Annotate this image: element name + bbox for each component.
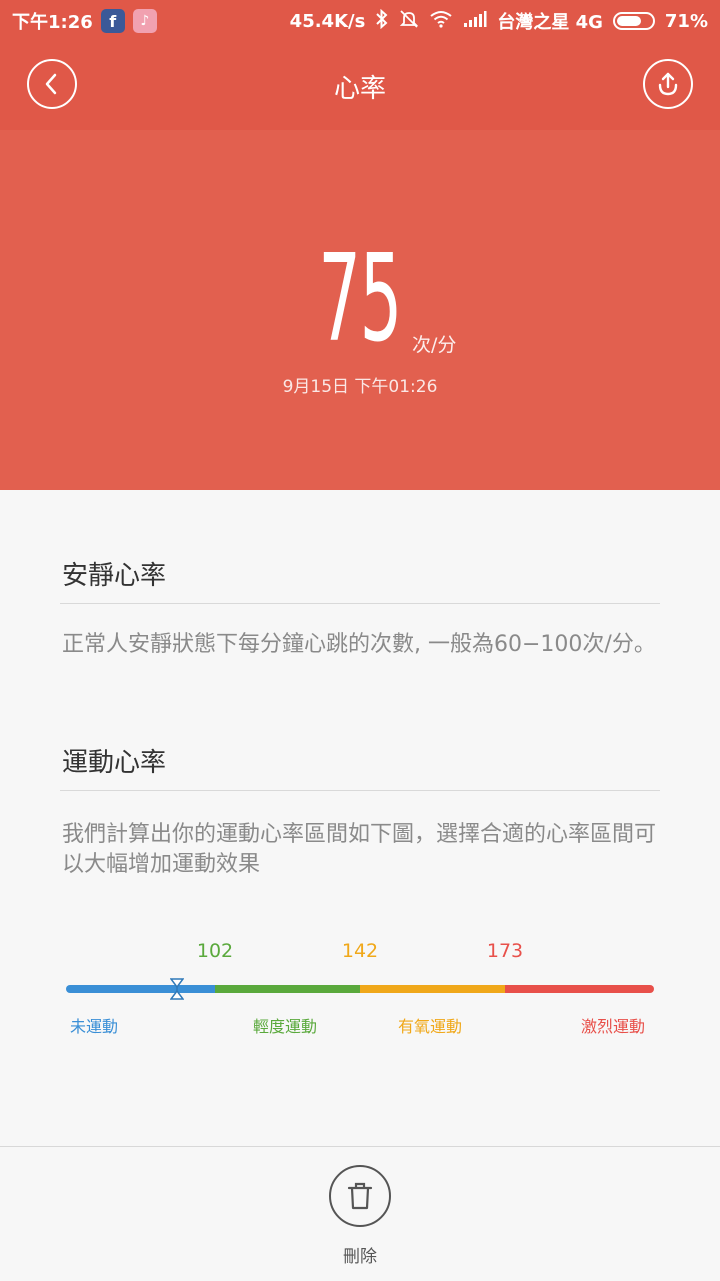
app-bar: 心率 [0,40,720,130]
bottom-toolbar: 刪除 [0,1146,720,1281]
share-button[interactable] [643,59,693,109]
network-speed: 45.4K/s [289,10,366,32]
measurement-time: 9月15日 下午01:26 [282,377,438,397]
zone-threshold: 173 [486,940,524,962]
battery-icon [612,12,655,30]
zone-segment [215,985,360,993]
battery-percent: 71% [664,10,708,32]
resting-description: 正常人安靜狀態下每分鐘心跳的次數, 一般為60−100次/分。 [62,632,656,657]
tiktok-icon: ♪ [132,9,157,33]
wifi-icon [429,10,453,33]
divider [60,790,660,791]
zone-segment [360,985,505,993]
mute-bell-icon [399,9,419,34]
carrier-name: 台灣之星 4G [497,12,603,33]
facebook-icon: f [100,9,125,33]
zone-label: 激烈運動 [581,1017,646,1036]
bpm-unit: 次/分 [412,334,457,356]
delete-label: 刪除 [343,1247,377,1267]
zone-label: 未運動 [70,1017,119,1036]
bpm-value: 75 [318,230,403,369]
upload-icon [658,72,678,96]
trash-icon [347,1182,373,1210]
zone-label: 有氧運動 [398,1017,463,1036]
page-title: 心率 [333,74,386,104]
delete-button[interactable] [329,1165,391,1227]
resting-title: 安靜心率 [62,561,167,591]
status-bar: 下午1:26 f ♪ 45.4K/s 台灣之星 4G 71% [0,0,720,40]
exercise-description: 我們計算出你的運動心率區間如下圖，選擇合適的心率區間可以大幅增加運動效果 [62,822,657,877]
heart-rate-hero: 75 次/分 9月15日 下午01:26 [0,130,720,490]
status-time: 下午1:26 [12,12,93,33]
zone-label: 輕度運動 [253,1017,318,1036]
zone-threshold: 142 [341,940,379,962]
zone-segment [66,985,215,993]
heart-rate-zone-bar [66,985,654,993]
bluetooth-icon [375,8,389,34]
divider [60,603,660,604]
zone-segment [505,985,654,993]
signal-icon [463,10,487,33]
current-rate-marker [170,978,184,1000]
zone-threshold: 102 [196,940,234,962]
exercise-title: 運動心率 [62,748,167,778]
